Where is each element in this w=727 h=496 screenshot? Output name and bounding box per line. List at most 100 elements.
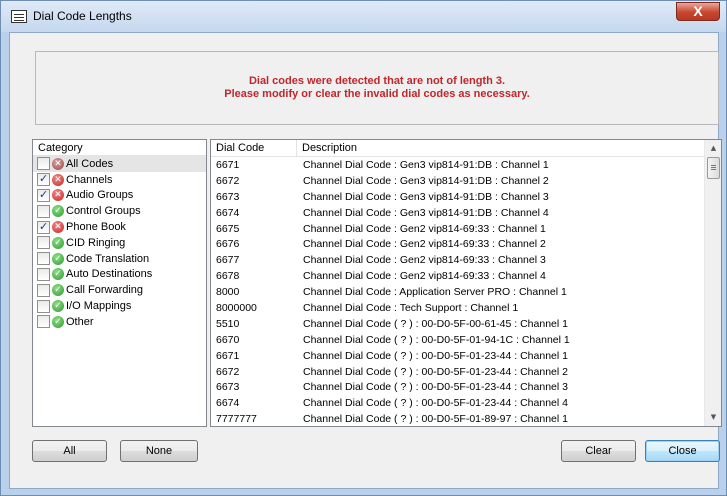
- dial-code-cell[interactable]: 6674: [216, 396, 239, 412]
- table-row[interactable]: 7777777 Channel Dial Code ( ? ) : 00-D0-5…: [211, 412, 705, 426]
- table-row[interactable]: 8000000 Channel Dial Code : Tech Support …: [211, 301, 705, 317]
- close-window-button[interactable]: X: [676, 2, 720, 21]
- category-checkbox[interactable]: [37, 283, 50, 297]
- description-cell: Channel Dial Code : Gen3 vip814-91:DB : …: [303, 190, 549, 203]
- error-x-icon: ✕: [52, 157, 64, 170]
- window-icon: [11, 10, 27, 23]
- ok-check-icon: ✓: [52, 252, 64, 265]
- table-row[interactable]: 6674 Channel Dial Code : Gen3 vip814-91:D…: [211, 206, 705, 222]
- category-item[interactable]: ✓ I/O Mappings: [33, 298, 206, 314]
- table-row[interactable]: 6675 Channel Dial Code : Gen2 vip814-69:3…: [211, 222, 705, 238]
- ok-check-icon: ✓: [52, 205, 64, 218]
- table-row[interactable]: 6677 Channel Dial Code : Gen2 vip814-69:3…: [211, 253, 705, 269]
- dial-code-cell[interactable]: 6671: [216, 158, 239, 174]
- category-checkbox[interactable]: [37, 157, 50, 171]
- category-item[interactable]: ✓ CID Ringing: [33, 235, 206, 251]
- scroll-up-arrow-icon[interactable]: ▲: [705, 140, 721, 157]
- scroll-down-arrow-icon[interactable]: ▼: [705, 409, 721, 426]
- grid-header: Dial Code Description: [211, 140, 705, 157]
- dial-code-grid: Dial Code Description 6671 Channel Dial C…: [210, 139, 722, 427]
- table-row[interactable]: 5510 Channel Dial Code ( ? ) : 00-D0-5F-0…: [211, 317, 705, 333]
- none-button[interactable]: None: [120, 440, 198, 462]
- error-x-icon: ✕: [52, 189, 64, 202]
- category-checkbox[interactable]: [37, 172, 50, 187]
- dial-code-cell[interactable]: 6673: [216, 190, 239, 206]
- dial-code-cell[interactable]: 8000: [216, 285, 239, 301]
- all-button[interactable]: All: [32, 440, 107, 462]
- table-row[interactable]: 6671 Channel Dial Code : Gen3 vip814-91:D…: [211, 158, 705, 174]
- description-cell: Channel Dial Code : Gen3 vip814-91:DB : …: [303, 206, 549, 219]
- category-item[interactable]: ✓ Call Forwarding: [33, 282, 206, 298]
- table-row[interactable]: 6673 Channel Dial Code ( ? ) : 00-D0-5F-0…: [211, 380, 705, 396]
- category-label: Control Groups: [66, 205, 141, 218]
- category-item[interactable]: ✕Audio Groups: [33, 188, 206, 204]
- dial-code-cell[interactable]: 5510: [216, 317, 239, 333]
- table-row[interactable]: 8000 Channel Dial Code : Application Serv…: [211, 285, 705, 301]
- category-label: I/O Mappings: [66, 300, 132, 313]
- table-row[interactable]: 6673 Channel Dial Code : Gen3 vip814-91:D…: [211, 190, 705, 206]
- dial-code-cell[interactable]: 7777777: [216, 412, 257, 426]
- category-item[interactable]: ✕Phone Book: [33, 219, 206, 235]
- category-checkbox[interactable]: [37, 220, 50, 234]
- scroll-thumb[interactable]: [707, 157, 720, 179]
- description-cell: Channel Dial Code ( ? ) : 00-D0-5F-00-61…: [303, 317, 568, 330]
- dial-code-cell[interactable]: 6672: [216, 365, 239, 381]
- category-label: Auto Destinations: [66, 268, 153, 281]
- category-item[interactable]: ✓ Other: [33, 314, 206, 330]
- column-header-dial-code[interactable]: Dial Code: [211, 140, 297, 157]
- category-item[interactable]: ✓ Control Groups: [33, 203, 206, 219]
- ok-check-icon: ✓: [52, 236, 64, 249]
- table-row[interactable]: 6671 Channel Dial Code ( ? ) : 00-D0-5F-0…: [211, 349, 705, 365]
- dial-code-cell[interactable]: 6672: [216, 174, 239, 190]
- dialog-body: Dial codes were detected that are not of…: [9, 32, 722, 489]
- dial-code-cell[interactable]: 6674: [216, 206, 239, 222]
- table-row[interactable]: 6674 Channel Dial Code ( ? ) : 00-D0-5F-0…: [211, 396, 705, 412]
- category-label: Phone Book: [66, 221, 126, 234]
- description-cell: Channel Dial Code ( ? ) : 00-D0-5F-01-23…: [303, 397, 568, 410]
- category-item[interactable]: ✕Channels: [33, 172, 206, 188]
- category-item[interactable]: ✕ All Codes: [33, 156, 206, 172]
- table-row[interactable]: 6672 Channel Dial Code : Gen3 vip814-91:D…: [211, 174, 705, 190]
- category-checkbox[interactable]: [37, 188, 50, 202]
- dial-code-cell[interactable]: 6670: [216, 333, 239, 349]
- window-title: Dial Code Lengths: [33, 9, 132, 23]
- table-row[interactable]: 6676 Channel Dial Code : Gen2 vip814-69:3…: [211, 237, 705, 253]
- table-row[interactable]: 6672 Channel Dial Code ( ? ) : 00-D0-5F-0…: [211, 365, 705, 381]
- category-checkbox[interactable]: [37, 204, 50, 218]
- vertical-scrollbar[interactable]: ▲ ▼: [704, 140, 721, 426]
- dial-code-cell[interactable]: 6677: [216, 253, 239, 269]
- description-cell: Channel Dial Code : Tech Support : Chann…: [303, 302, 519, 315]
- description-cell: Channel Dial Code : Gen2 vip814-69:33 : …: [303, 254, 546, 267]
- category-checkbox[interactable]: [37, 267, 50, 281]
- table-row[interactable]: 6670 Channel Dial Code ( ? ) : 00-D0-5F-0…: [211, 333, 705, 349]
- table-row[interactable]: 6678 Channel Dial Code : Gen2 vip814-69:3…: [211, 269, 705, 285]
- description-cell: Channel Dial Code : Gen3 vip814-91:DB : …: [303, 159, 549, 171]
- close-button[interactable]: Close: [645, 440, 720, 462]
- dial-code-cell[interactable]: 6673: [216, 380, 239, 396]
- category-list: Category ✕All Codes✕Channels✕Audio Group…: [32, 139, 207, 427]
- dial-code-cell[interactable]: 6678: [216, 269, 239, 285]
- title-bar[interactable]: Dial Code Lengths X: [1, 1, 726, 32]
- category-checkbox[interactable]: [37, 299, 50, 313]
- category-header: Category: [33, 140, 206, 156]
- category-label: Code Translation: [66, 252, 150, 265]
- description-cell: Channel Dial Code : Gen2 vip814-69:33 : …: [303, 270, 546, 283]
- category-checkbox[interactable]: [37, 236, 50, 250]
- warning-banner: Dial codes were detected that are not of…: [35, 51, 719, 125]
- warning-line-1: Dial codes were detected that are not of…: [248, 75, 506, 87]
- dial-code-cell[interactable]: 6675: [216, 222, 239, 238]
- category-label: CID Ringing: [66, 236, 126, 249]
- dial-code-cell[interactable]: 8000000: [216, 301, 257, 317]
- category-item[interactable]: ✓ Code Translation: [33, 251, 206, 267]
- category-checkbox[interactable]: [37, 252, 50, 266]
- category-checkbox[interactable]: [37, 315, 50, 329]
- dial-code-lengths-dialog: Dial Code Lengths X Dial codes were dete…: [0, 0, 727, 496]
- description-cell: Channel Dial Code ( ? ) : 00-D0-5F-01-23…: [303, 381, 568, 394]
- category-item[interactable]: ✓ Auto Destinations: [33, 267, 206, 283]
- dial-code-cell[interactable]: 6676: [216, 237, 239, 253]
- column-header-description[interactable]: Description: [297, 140, 705, 157]
- clear-button[interactable]: Clear: [561, 440, 636, 462]
- error-x-icon: ✕: [52, 173, 64, 186]
- dial-code-cell[interactable]: 6671: [216, 349, 239, 365]
- category-label: All Codes: [66, 157, 114, 170]
